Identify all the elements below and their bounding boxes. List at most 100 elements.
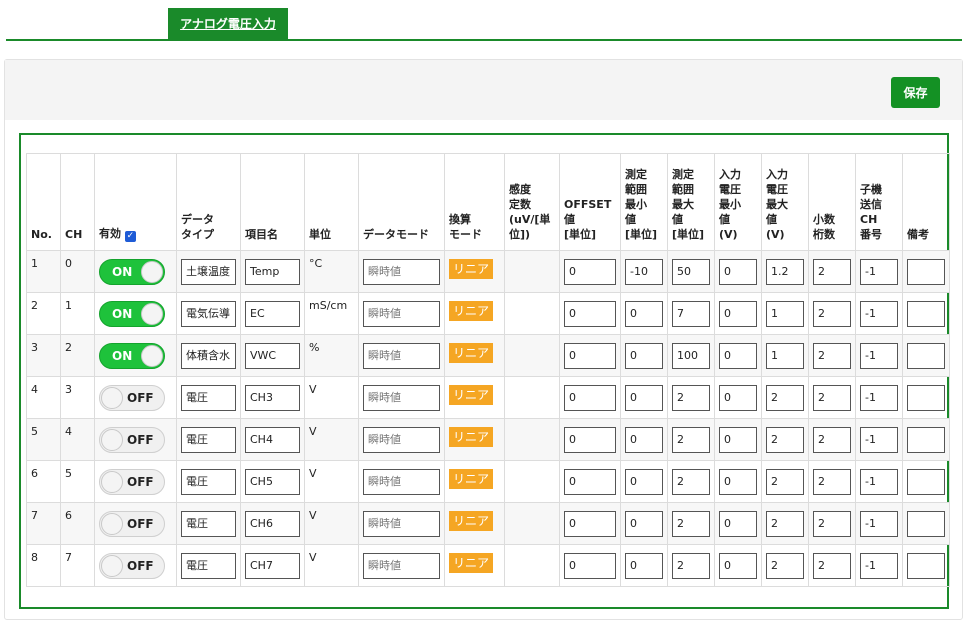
data-type-input[interactable]: 土壌温度 (181, 259, 236, 285)
child-ch-input[interactable]: -1 (860, 553, 898, 579)
conversion-mode-badge[interactable]: リニア (449, 511, 494, 531)
data-type-input[interactable]: 電圧 (181, 427, 236, 453)
range-min-input[interactable]: -10 (625, 259, 663, 285)
conversion-mode-badge[interactable]: リニア (449, 301, 494, 321)
child-ch-input[interactable]: -1 (860, 511, 898, 537)
conversion-mode-badge[interactable]: リニア (449, 385, 494, 405)
input-max-input[interactable]: 1 (766, 301, 804, 327)
enabled-toggle[interactable]: ON (99, 301, 165, 327)
range-max-input[interactable]: 2 (672, 385, 710, 411)
item-name-input[interactable]: Temp (245, 259, 300, 285)
range-max-input[interactable]: 100 (672, 343, 710, 369)
range-min-input[interactable]: 0 (625, 511, 663, 537)
item-name-input[interactable]: CH4 (245, 427, 300, 453)
child-ch-input[interactable]: -1 (860, 343, 898, 369)
tab-analog-voltage-input[interactable]: アナログ電圧入力 (168, 8, 288, 39)
enabled-toggle[interactable]: OFF (99, 385, 165, 411)
range-min-input[interactable]: 0 (625, 469, 663, 495)
data-type-input[interactable]: 体積含水 (181, 343, 236, 369)
enabled-toggle[interactable]: ON (99, 343, 165, 369)
range-min-input[interactable]: 0 (625, 301, 663, 327)
range-min-input[interactable]: 0 (625, 427, 663, 453)
decimals-input[interactable]: 2 (813, 511, 851, 537)
child-ch-input[interactable]: -1 (860, 427, 898, 453)
conversion-mode-badge[interactable]: リニア (449, 553, 494, 573)
data-type-input[interactable]: 電気伝導 (181, 301, 236, 327)
item-name-input[interactable]: CH3 (245, 385, 300, 411)
input-min-input[interactable]: 0 (719, 301, 757, 327)
item-name-input[interactable]: VWC (245, 343, 300, 369)
input-min-input[interactable]: 0 (719, 343, 757, 369)
decimals-input[interactable]: 2 (813, 259, 851, 285)
input-max-input[interactable]: 2 (766, 385, 804, 411)
data-type-input[interactable]: 電圧 (181, 469, 236, 495)
input-min-input[interactable]: 0 (719, 385, 757, 411)
note-input[interactable] (907, 301, 945, 327)
child-ch-input[interactable]: -1 (860, 259, 898, 285)
enabled-toggle[interactable]: OFF (99, 511, 165, 537)
input-max-input[interactable]: 2 (766, 469, 804, 495)
range-max-input[interactable]: 2 (672, 427, 710, 453)
range-max-input[interactable]: 2 (672, 469, 710, 495)
note-input[interactable] (907, 427, 945, 453)
decimals-input[interactable]: 2 (813, 427, 851, 453)
save-button[interactable]: 保存 (891, 77, 940, 108)
conversion-mode-badge[interactable]: リニア (449, 469, 494, 489)
range-max-input[interactable]: 50 (672, 259, 710, 285)
range-max-input[interactable]: 7 (672, 301, 710, 327)
input-min-input[interactable]: 0 (719, 553, 757, 579)
conversion-mode-badge[interactable]: リニア (449, 427, 494, 447)
note-input[interactable] (907, 385, 945, 411)
input-max-input[interactable]: 1 (766, 343, 804, 369)
offset-input[interactable]: 0 (564, 259, 616, 285)
enabled-toggle[interactable]: OFF (99, 427, 165, 453)
data-mode-input[interactable]: 瞬時値 (363, 427, 440, 453)
offset-input[interactable]: 0 (564, 301, 616, 327)
input-max-input[interactable]: 2 (766, 553, 804, 579)
child-ch-input[interactable]: -1 (860, 385, 898, 411)
range-min-input[interactable]: 0 (625, 553, 663, 579)
item-name-input[interactable]: CH7 (245, 553, 300, 579)
child-ch-input[interactable]: -1 (860, 469, 898, 495)
data-type-input[interactable]: 電圧 (181, 511, 236, 537)
data-type-input[interactable]: 電圧 (181, 553, 236, 579)
range-max-input[interactable]: 2 (672, 511, 710, 537)
offset-input[interactable]: 0 (564, 511, 616, 537)
input-max-input[interactable]: 2 (766, 427, 804, 453)
conversion-mode-badge[interactable]: リニア (449, 259, 494, 279)
range-min-input[interactable]: 0 (625, 343, 663, 369)
data-mode-input[interactable]: 瞬時値 (363, 469, 440, 495)
input-max-input[interactable]: 2 (766, 511, 804, 537)
note-input[interactable] (907, 553, 945, 579)
input-min-input[interactable]: 0 (719, 469, 757, 495)
data-mode-input[interactable]: 瞬時値 (363, 553, 440, 579)
note-input[interactable] (907, 259, 945, 285)
item-name-input[interactable]: CH5 (245, 469, 300, 495)
note-input[interactable] (907, 343, 945, 369)
input-min-input[interactable]: 0 (719, 259, 757, 285)
range-min-input[interactable]: 0 (625, 385, 663, 411)
enabled-toggle[interactable]: ON (99, 259, 165, 285)
item-name-input[interactable]: EC (245, 301, 300, 327)
offset-input[interactable]: 0 (564, 385, 616, 411)
offset-input[interactable]: 0 (564, 343, 616, 369)
data-type-input[interactable]: 電圧 (181, 385, 236, 411)
offset-input[interactable]: 0 (564, 553, 616, 579)
range-max-input[interactable]: 2 (672, 553, 710, 579)
decimals-input[interactable]: 2 (813, 469, 851, 495)
conversion-mode-badge[interactable]: リニア (449, 343, 494, 363)
input-min-input[interactable]: 0 (719, 427, 757, 453)
note-input[interactable] (907, 469, 945, 495)
data-mode-input[interactable]: 瞬時値 (363, 343, 440, 369)
enabled-toggle[interactable]: OFF (99, 469, 165, 495)
decimals-input[interactable]: 2 (813, 343, 851, 369)
decimals-input[interactable]: 2 (813, 385, 851, 411)
data-mode-input[interactable]: 瞬時値 (363, 385, 440, 411)
data-mode-input[interactable]: 瞬時値 (363, 301, 440, 327)
offset-input[interactable]: 0 (564, 469, 616, 495)
decimals-input[interactable]: 2 (813, 301, 851, 327)
data-mode-input[interactable]: 瞬時値 (363, 511, 440, 537)
note-input[interactable] (907, 511, 945, 537)
offset-input[interactable]: 0 (564, 427, 616, 453)
decimals-input[interactable]: 2 (813, 553, 851, 579)
